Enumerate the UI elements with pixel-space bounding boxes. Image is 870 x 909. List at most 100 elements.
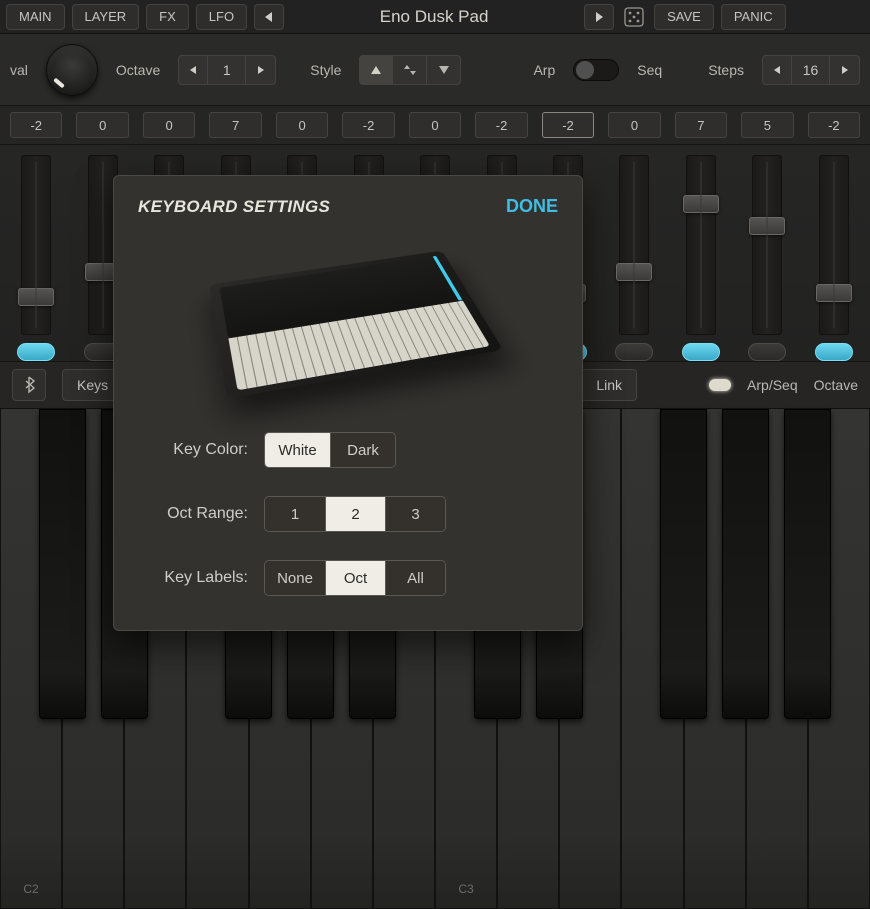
- seg-octrange-option-2[interactable]: 2: [325, 497, 385, 531]
- key-label: C2: [23, 882, 38, 896]
- step-slider-col-11: [741, 155, 793, 361]
- step-slider-0[interactable]: [21, 155, 51, 335]
- step-slider-col-12: [808, 155, 860, 361]
- bluetooth-icon: [23, 376, 35, 394]
- panic-button[interactable]: PANIC: [721, 4, 786, 30]
- seg-keylabels-option-none[interactable]: None: [265, 561, 325, 595]
- step-value-12[interactable]: -2: [808, 112, 860, 138]
- style-updown-button[interactable]: [393, 55, 427, 85]
- style-label: Style: [310, 62, 341, 78]
- interval-knob[interactable]: [46, 44, 98, 96]
- preset-name[interactable]: Eno Dusk Pad: [290, 7, 578, 27]
- seg-keycolor-option-white[interactable]: White: [265, 433, 330, 467]
- white-key-13[interactable]: [808, 409, 870, 909]
- bluetooth-button[interactable]: [12, 369, 46, 401]
- device-illustration: [218, 231, 478, 400]
- chevron-left-icon: [264, 11, 274, 23]
- style-up-button[interactable]: [359, 55, 393, 85]
- triangle-down-icon: [438, 65, 450, 75]
- step-value-2[interactable]: 0: [143, 112, 195, 138]
- arpseq-label: Arp/Seq: [747, 377, 798, 393]
- octave-up-button[interactable]: [246, 55, 276, 85]
- step-value-3[interactable]: 7: [209, 112, 261, 138]
- seg-keycolor-option-dark[interactable]: Dark: [330, 433, 395, 467]
- key-color-row: Key Color: WhiteDark: [138, 432, 558, 468]
- step-value-4[interactable]: 0: [276, 112, 328, 138]
- step-slider-9[interactable]: [619, 155, 649, 335]
- key-labels-selector: NoneOctAll: [264, 560, 446, 596]
- lfo-button[interactable]: LFO: [196, 4, 247, 30]
- octave-label: Octave: [116, 62, 160, 78]
- step-value-10[interactable]: 7: [675, 112, 727, 138]
- step-enable-11[interactable]: [748, 343, 786, 361]
- white-key-0[interactable]: C2: [0, 409, 62, 909]
- step-value-1[interactable]: 0: [76, 112, 128, 138]
- steps-value: 16: [792, 55, 830, 85]
- step-enable-0[interactable]: [17, 343, 55, 361]
- step-slider-12[interactable]: [819, 155, 849, 335]
- step-value-0[interactable]: -2: [10, 112, 62, 138]
- modal-title: KEYBOARD SETTINGS: [138, 197, 330, 217]
- octave-down-button[interactable]: [178, 55, 208, 85]
- steps-label: Steps: [708, 62, 744, 78]
- step-value-11[interactable]: 5: [741, 112, 793, 138]
- white-key-11[interactable]: [684, 409, 746, 909]
- step-value-6[interactable]: 0: [409, 112, 461, 138]
- step-slider-10[interactable]: [686, 155, 716, 335]
- triangle-up-icon: [370, 65, 382, 75]
- fx-button[interactable]: FX: [146, 4, 189, 30]
- white-key-12[interactable]: [746, 409, 808, 909]
- preset-next-button[interactable]: [584, 4, 614, 30]
- keyboard-settings-modal: KEYBOARD SETTINGS DONE Key Color: WhiteD…: [113, 175, 583, 631]
- slider-handle[interactable]: [18, 288, 54, 306]
- chevron-right-icon: [841, 65, 849, 75]
- step-enable-10[interactable]: [682, 343, 720, 361]
- key-labels-row: Key Labels: NoneOctAll: [138, 560, 558, 596]
- chevron-left-icon: [773, 65, 781, 75]
- style-down-button[interactable]: [427, 55, 461, 85]
- random-preset-button[interactable]: [621, 4, 647, 30]
- chevron-right-icon: [257, 65, 265, 75]
- steps-up-button[interactable]: [830, 55, 860, 85]
- preset-prev-button[interactable]: [254, 4, 284, 30]
- slider-handle[interactable]: [683, 195, 719, 213]
- link-button[interactable]: Link: [581, 369, 637, 401]
- arp-seq-toggle[interactable]: [573, 59, 619, 81]
- save-button[interactable]: SAVE: [654, 4, 714, 30]
- octave-value: 1: [208, 55, 246, 85]
- key-color-selector: WhiteDark: [264, 432, 396, 468]
- step-slider-col-10: [675, 155, 727, 361]
- step-enable-9[interactable]: [615, 343, 653, 361]
- step-slider-11[interactable]: [752, 155, 782, 335]
- oct-range-selector: 123: [264, 496, 446, 532]
- slider-handle[interactable]: [816, 284, 852, 302]
- steps-stepper: 16: [762, 55, 860, 85]
- chevron-right-icon: [594, 11, 604, 23]
- step-slider-col-0: [10, 155, 62, 361]
- key-color-label: Key Color:: [138, 441, 248, 459]
- octave-stepper: 1: [178, 55, 276, 85]
- seg-octrange-option-1[interactable]: 1: [265, 497, 325, 531]
- oct-range-row: Oct Range: 123: [138, 496, 558, 532]
- step-value-7[interactable]: -2: [475, 112, 527, 138]
- done-button[interactable]: DONE: [506, 196, 558, 217]
- seg-keylabels-option-all[interactable]: All: [385, 561, 445, 595]
- slider-handle[interactable]: [616, 263, 652, 281]
- step-enable-12[interactable]: [815, 343, 853, 361]
- steps-down-button[interactable]: [762, 55, 792, 85]
- interval-label: val: [10, 62, 28, 78]
- step-values-row: -20070-20-2-2075-2: [0, 106, 870, 145]
- top-nav: MAIN LAYER FX LFO Eno Dusk Pad SAVE PANI…: [0, 0, 870, 34]
- main-button[interactable]: MAIN: [6, 4, 65, 30]
- seg-keylabels-option-oct[interactable]: Oct: [325, 561, 385, 595]
- layer-button[interactable]: LAYER: [72, 4, 140, 30]
- step-value-8[interactable]: -2: [542, 112, 594, 138]
- seg-octrange-option-3[interactable]: 3: [385, 497, 445, 531]
- step-value-9[interactable]: 0: [608, 112, 660, 138]
- preset-selector: Eno Dusk Pad: [254, 4, 614, 30]
- step-value-5[interactable]: -2: [342, 112, 394, 138]
- seq-label: Seq: [637, 62, 662, 78]
- slider-handle[interactable]: [749, 217, 785, 235]
- white-key-10[interactable]: [621, 409, 683, 909]
- arp-label: Arp: [533, 62, 555, 78]
